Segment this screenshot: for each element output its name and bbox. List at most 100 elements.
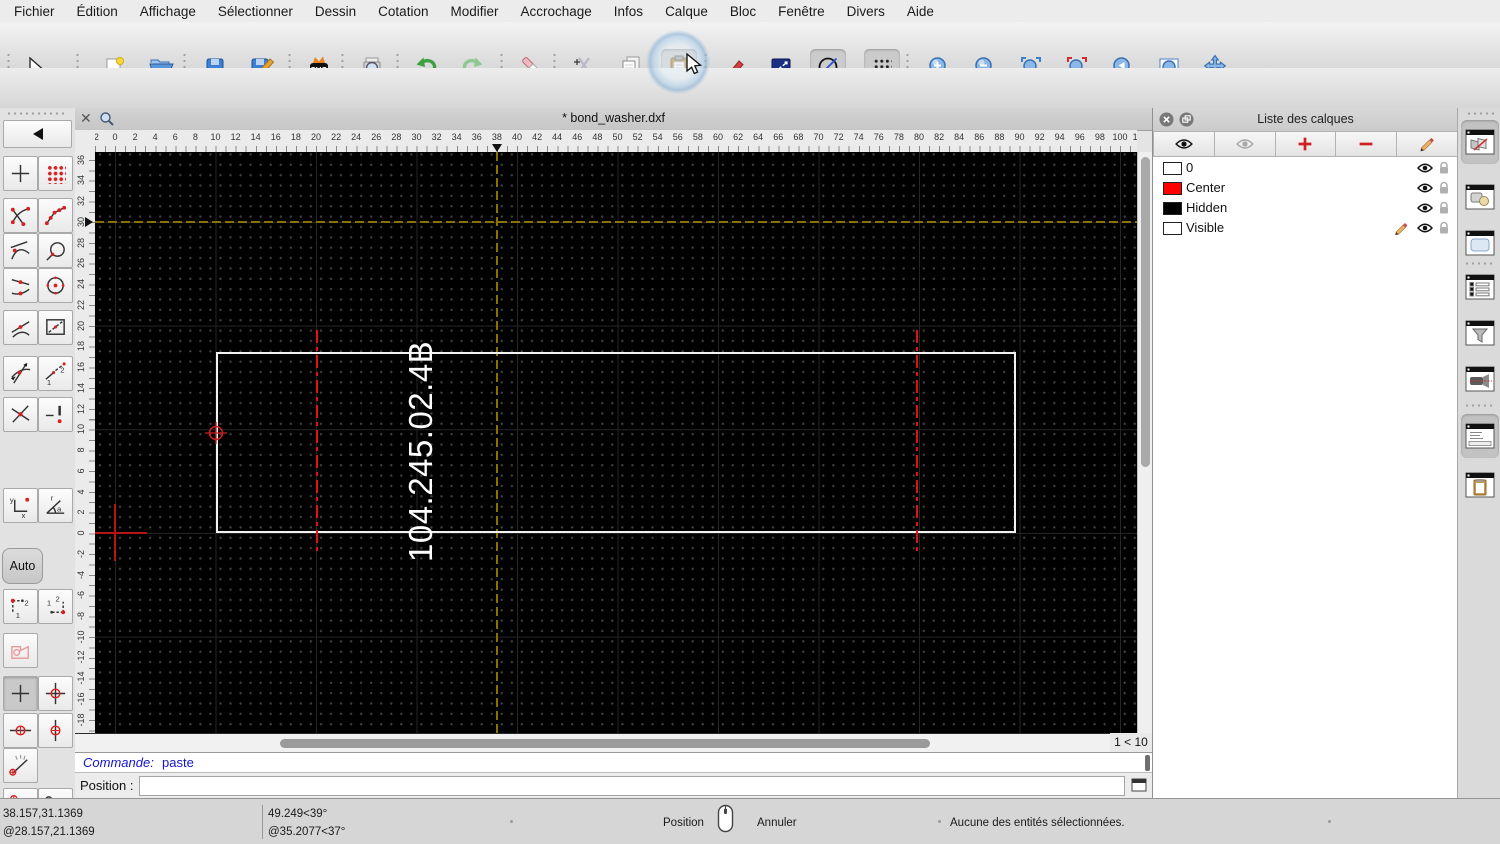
snap-nearest-button[interactable] bbox=[3, 310, 38, 345]
command-scrollbar-thumb[interactable] bbox=[1145, 755, 1150, 771]
coord-two-point-b-button[interactable]: 12 bbox=[38, 589, 73, 624]
snap-angle-button[interactable] bbox=[3, 748, 38, 783]
position-input[interactable] bbox=[139, 776, 1125, 796]
dash-exclaim-icon bbox=[45, 405, 62, 424]
dock-filter-button[interactable] bbox=[1463, 316, 1497, 350]
rect-diagonal-icon bbox=[46, 319, 65, 335]
coord-cartesian-button[interactable]: yx bbox=[3, 488, 38, 523]
menu-item-edition[interactable]: Édition bbox=[77, 4, 118, 19]
command-window-icon bbox=[1465, 423, 1495, 449]
dock-handle[interactable] bbox=[1466, 112, 1494, 115]
toolbar-handle[interactable] bbox=[6, 112, 66, 115]
centerline-right bbox=[916, 330, 918, 555]
dock-layer-list-button[interactable] bbox=[1461, 120, 1499, 164]
menu-item-infos[interactable]: Infos bbox=[614, 4, 643, 19]
layer-list-window-icon bbox=[1465, 129, 1495, 155]
document-tab-bar: ✕ * bond_washer.dxf bbox=[75, 108, 1152, 131]
snap-dash-exclaim-button[interactable] bbox=[38, 397, 73, 432]
origin-cross-horizontal bbox=[95, 532, 147, 534]
svg-text:y: y bbox=[10, 496, 14, 505]
restrict-horizontal-icon bbox=[9, 725, 32, 736]
svg-text:r: r bbox=[51, 494, 54, 503]
snap-on-entity-button[interactable] bbox=[38, 198, 73, 233]
document-title: * bond_washer.dxf bbox=[562, 111, 665, 125]
polar-absolute: 49.249<39° bbox=[268, 808, 328, 820]
no-restrict-icon bbox=[11, 684, 30, 703]
xy-coordinates-icon: yx bbox=[10, 496, 30, 518]
add-layer-button[interactable] bbox=[1275, 131, 1337, 157]
eye-closed-icon bbox=[1235, 139, 1254, 149]
polar-coordinates-icon: ra bbox=[46, 494, 65, 514]
vertical-scrollbar[interactable] bbox=[1137, 152, 1153, 733]
layer-lock-icon[interactable] bbox=[1438, 161, 1450, 178]
layer-lock-icon[interactable] bbox=[1438, 201, 1450, 218]
menu-item-bloc[interactable]: Bloc bbox=[730, 4, 756, 19]
snap-back-button[interactable] bbox=[3, 120, 72, 148]
menu-item-cotation[interactable]: Cotation bbox=[378, 4, 428, 19]
layer-row-hidden[interactable]: Hidden bbox=[1153, 198, 1458, 218]
ortho-shape-icon bbox=[11, 645, 29, 659]
menu-item-aide[interactable]: Aide bbox=[907, 4, 934, 19]
layer-visibility-icon[interactable] bbox=[1416, 162, 1434, 177]
layer-visibility-icon[interactable] bbox=[1416, 222, 1434, 237]
origin-cross-vertical bbox=[114, 504, 116, 561]
snap-free-button[interactable] bbox=[3, 156, 38, 191]
snap-tangent-button[interactable] bbox=[3, 233, 38, 268]
menu-item-divers[interactable]: Divers bbox=[847, 4, 885, 19]
layer-visibility-icon[interactable] bbox=[1416, 182, 1434, 197]
menu-item-modifier[interactable]: Modifier bbox=[450, 4, 498, 19]
menu-item-dessin[interactable]: Dessin bbox=[315, 4, 356, 19]
layer-visibility-icon[interactable] bbox=[1416, 202, 1434, 217]
layer-row-visible[interactable]: Visible bbox=[1153, 218, 1458, 238]
mouse-cursor bbox=[683, 52, 703, 81]
dock-dimension-button[interactable] bbox=[1463, 362, 1497, 396]
position-bar: Position : bbox=[75, 772, 1152, 799]
dock-entity-list-button[interactable] bbox=[1463, 270, 1497, 304]
layer-lock-icon[interactable] bbox=[1438, 221, 1450, 238]
horizontal-scrollbar[interactable] bbox=[75, 733, 1110, 753]
restrict-both-button[interactable] bbox=[38, 676, 73, 711]
snap-restrict-rect-button[interactable] bbox=[38, 310, 73, 345]
menu-item-calque[interactable]: Calque bbox=[665, 4, 708, 19]
dock-clipboard-button[interactable] bbox=[1463, 468, 1497, 502]
snap-cross-button[interactable] bbox=[3, 397, 38, 432]
layer-lock-icon[interactable] bbox=[1438, 181, 1450, 198]
mouse-left-action-label: Position bbox=[663, 817, 704, 829]
snap-grid-button[interactable] bbox=[38, 156, 73, 191]
vertical-ruler: 36 34 32 30 28 26 24 22 20 18 16 14 12 10 8 6 4 2 0 -2 -4 -6-… bbox=[75, 152, 96, 733]
vertical-scrollbar-thumb[interactable] bbox=[1141, 157, 1150, 467]
menu-item-fenetre[interactable]: Fenêtre bbox=[778, 4, 825, 19]
dock-library-browser-button[interactable] bbox=[1463, 226, 1497, 260]
snap-center-button[interactable] bbox=[38, 268, 73, 303]
remove-layer-button[interactable] bbox=[1336, 131, 1398, 157]
restrict-horizontal-button[interactable] bbox=[3, 713, 38, 748]
horizontal-scrollbar-thumb[interactable] bbox=[280, 739, 930, 748]
restrict-nothing-button[interactable] bbox=[3, 676, 38, 711]
snap-circle-button[interactable] bbox=[38, 233, 73, 268]
dock-command-line-button[interactable] bbox=[1461, 414, 1499, 458]
restrict-ortho-button[interactable] bbox=[3, 633, 38, 668]
show-all-layers-button[interactable] bbox=[1153, 131, 1215, 157]
drawing-canvas[interactable]: 104.245.02.4B bbox=[95, 152, 1137, 733]
restrict-vertical-button[interactable] bbox=[38, 713, 73, 748]
snap-endpoints-button[interactable] bbox=[3, 198, 38, 233]
menu-item-affichage[interactable]: Affichage bbox=[140, 4, 196, 19]
menu-item-fichier[interactable]: Fichier bbox=[14, 4, 55, 19]
edit-layer-button[interactable] bbox=[1397, 131, 1458, 157]
snap-intersection-manual-button[interactable]: 12 bbox=[38, 356, 73, 391]
dock-block-list-button[interactable] bbox=[1463, 180, 1497, 214]
command-history[interactable]: Commande: paste bbox=[75, 752, 1152, 773]
dock-separator bbox=[1464, 404, 1496, 407]
hide-all-layers-button[interactable] bbox=[1214, 131, 1276, 157]
menu-item-selectionner[interactable]: Sélectionner bbox=[218, 4, 293, 19]
position-window-button[interactable] bbox=[1131, 778, 1147, 797]
layer-row-center[interactable]: Center bbox=[1153, 178, 1458, 198]
layer-row-0[interactable]: 0 bbox=[1153, 158, 1458, 178]
snap-auto-button[interactable]: Auto bbox=[2, 548, 43, 584]
menu-item-accrochage[interactable]: Accrochage bbox=[520, 4, 591, 19]
edit-pencil-icon bbox=[1420, 137, 1435, 152]
snap-middle-button[interactable] bbox=[3, 268, 38, 303]
coord-two-point-a-button[interactable]: 12 bbox=[3, 589, 38, 624]
snap-intersection-button[interactable] bbox=[3, 356, 38, 391]
coord-polar-button[interactable]: ra bbox=[38, 488, 73, 523]
